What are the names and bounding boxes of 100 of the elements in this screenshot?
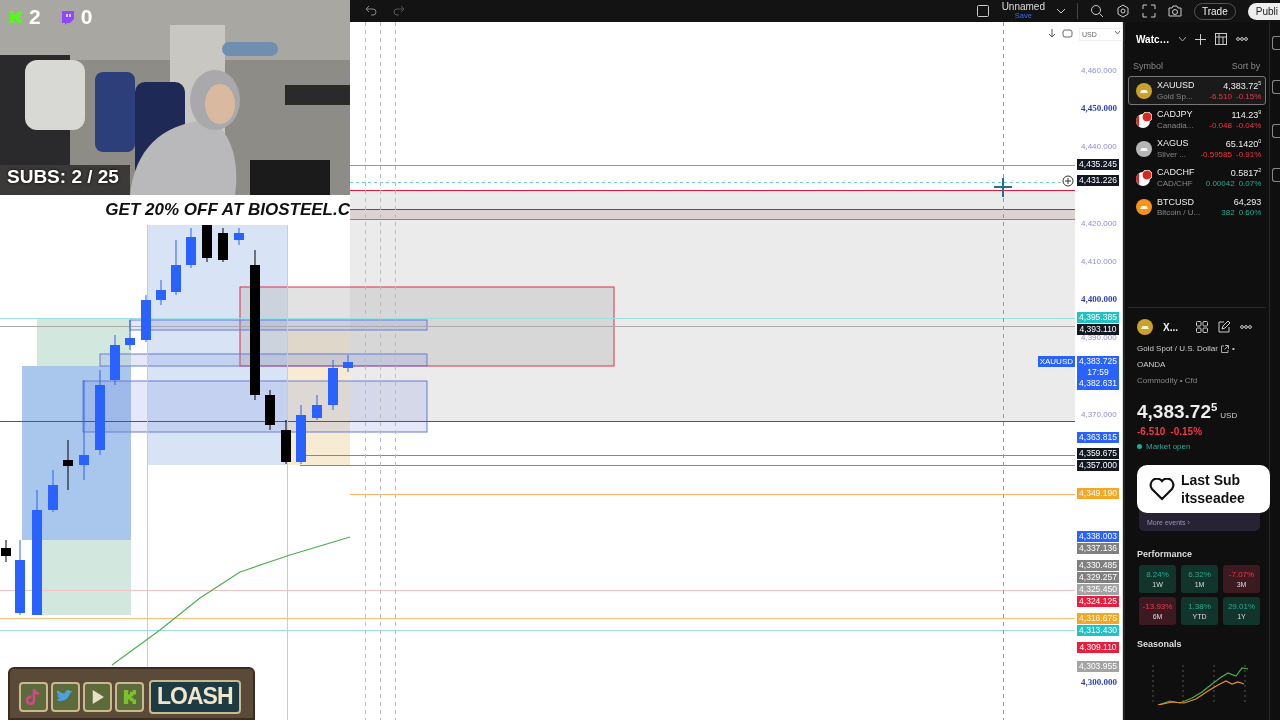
change-text: -0.048	[1209, 121, 1232, 130]
search-icon[interactable]	[1090, 4, 1104, 18]
watchlist-row[interactable]: XAUUSD 4,383.72$^{5}$ Gold Sp... -6.510 -0.15%	[1128, 76, 1267, 105]
symbol-tag: XAUUSD	[1037, 356, 1075, 367]
flag-icon	[1136, 111, 1152, 128]
price-tick: 4,420.000	[1081, 217, 1117, 229]
candle	[125, 319, 135, 351]
kick-logo-icon	[9, 10, 23, 24]
price-label: 4,337.136	[1077, 543, 1119, 555]
price-label: 4,325.450	[1077, 583, 1119, 595]
price-tick: 4,450.000	[1081, 102, 1117, 114]
more-icon[interactable]	[1240, 325, 1252, 329]
change-text: 382	[1221, 207, 1235, 217]
change-text: -6.510	[1209, 92, 1232, 101]
price-label: 4,330.485	[1077, 559, 1119, 571]
candle	[312, 394, 322, 421]
last-price: 4,383.72$^{5}$	[1137, 401, 1218, 424]
price-label: 4,349.190	[1077, 488, 1119, 500]
section-title: Performance	[1136, 549, 1194, 560]
publish-button[interactable]: Publi	[1247, 2, 1280, 20]
watchlist-row[interactable]: BTCUSD 64,293 Bitcoin / U... 382 0.60%	[1128, 192, 1267, 221]
fullscreen-icon[interactable]	[1142, 4, 1156, 18]
price-label: 4,363.815	[1077, 432, 1119, 444]
sidebar-icon[interactable]	[1272, 36, 1280, 50]
price-text: 0.5817$^{2}$	[1230, 167, 1262, 178]
category-text: Commodity • Cfd	[1137, 376, 1198, 385]
price-tick: 4,390.000	[1081, 333, 1117, 344]
sidebar-icon[interactable]	[1272, 80, 1280, 94]
candle	[63, 439, 73, 491]
exchange-name: OANDA	[1137, 360, 1166, 369]
add-alert-icon[interactable]	[1062, 175, 1074, 187]
redo-icon[interactable]	[392, 4, 406, 18]
coin-icon	[1137, 319, 1153, 335]
price-label: 4,431.226	[1077, 174, 1119, 186]
undo-icon[interactable]	[364, 4, 378, 18]
chevron-icon[interactable]	[1057, 8, 1065, 14]
price-label: 4,324.125	[1077, 595, 1119, 607]
candle	[218, 227, 228, 263]
refresh-icon[interactable]	[1062, 28, 1073, 39]
settings-icon[interactable]	[1116, 4, 1130, 18]
table-icon[interactable]	[1214, 33, 1227, 45]
add-icon[interactable]	[1194, 33, 1206, 45]
candle	[48, 469, 58, 513]
watchlist-row[interactable]: XAGUS 65.1420$^{0}$ Silver ... -0.59585 -0.91%	[1128, 134, 1267, 163]
candle	[202, 224, 212, 263]
price-label: 4,393.110	[1077, 323, 1119, 335]
price-label: 4,435.245	[1077, 159, 1119, 171]
candle	[156, 279, 166, 306]
kick-logo-icon	[115, 681, 144, 712]
subs-counter: SUBS: 2 / 25	[7, 166, 119, 188]
heart-icon	[1149, 477, 1175, 501]
price-label: 4,316.675	[1077, 612, 1119, 624]
price-label: 4,303.955	[1077, 661, 1119, 673]
watchlist-row[interactable]: CADJPY 114.23$^{9}$ Canadia... -0.048 -0.04%	[1128, 105, 1267, 134]
sidebar-icon[interactable]	[1272, 124, 1280, 138]
change-text: -0.59585	[1200, 150, 1232, 159]
percent-text: -0.15%	[1170, 426, 1203, 438]
market-status: Market open	[1146, 442, 1191, 452]
price-label: 4,338.003	[1077, 531, 1119, 543]
price-tick: 4,370.000	[1081, 408, 1117, 420]
percent-text: 0.07%	[1238, 179, 1262, 188]
currency-text: USD	[1220, 411, 1238, 421]
square-icon[interactable]	[975, 4, 990, 18]
twitch-count: 0	[80, 5, 93, 29]
sidebar-icon[interactable]	[1272, 168, 1280, 182]
kick-count: 2	[29, 5, 41, 29]
candle	[281, 419, 291, 465]
price-label: 4,329.257	[1077, 571, 1119, 583]
sort-button[interactable]: Sort by	[1231, 61, 1261, 71]
more-icon[interactable]	[1235, 37, 1248, 41]
candle	[1, 539, 11, 563]
twitch-logo-icon	[60, 9, 75, 25]
symbol-description: Canadia...	[1157, 121, 1194, 130]
camera-icon[interactable]	[1168, 4, 1182, 18]
watchlist-row[interactable]: CADCHF 0.5817$^{2}$ CAD/CHF 0.00042 0.07%	[1128, 163, 1267, 192]
price-text: 4,383.72$^{5}$	[1223, 80, 1262, 91]
symbol-name: CADJPY	[1157, 109, 1193, 120]
price-text: 64,293	[1233, 196, 1262, 207]
chevron-icon[interactable]	[1178, 36, 1186, 42]
percent-text: -0.04%	[1235, 121, 1262, 130]
download-icon[interactable]	[1048, 29, 1056, 38]
symbol-name: BTCUSD	[1157, 196, 1194, 207]
symbol-full-name: Gold Spot / U.S. Dollar	[1137, 344, 1218, 353]
price-text: 114.23$^{9}$	[1231, 109, 1262, 120]
symbol-name: X...	[1163, 321, 1178, 333]
edit-icon[interactable]	[1218, 321, 1230, 333]
section-title: Seasonals	[1136, 639, 1183, 650]
price-label: 4,383.725 17:59 4,382.631	[1077, 356, 1119, 391]
external-link-icon[interactable]	[1220, 344, 1229, 353]
separator-dot: •	[1231, 344, 1235, 353]
candle	[186, 227, 196, 269]
symbol-name: XAUUSD	[1157, 80, 1195, 91]
watchlist-title[interactable]: Watc…	[1136, 33, 1170, 45]
symbol-description: CAD/CHF	[1157, 179, 1193, 188]
candle	[265, 389, 275, 431]
grid-icon[interactable]	[1196, 321, 1208, 333]
channel-name-logo: LOASH	[149, 679, 241, 714]
price-label: 4,395.385	[1077, 311, 1119, 323]
percent-text: -0.15%	[1235, 92, 1262, 101]
price-tick: 4,410.000	[1081, 255, 1117, 267]
